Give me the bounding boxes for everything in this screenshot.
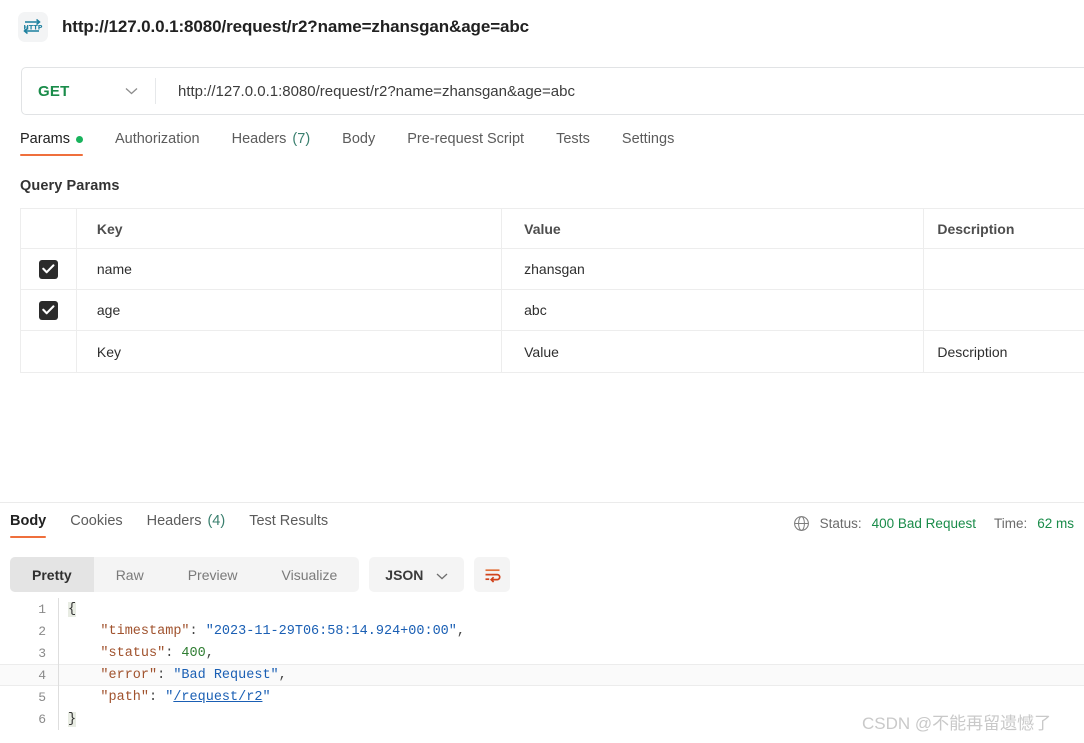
response-tab-cookies-label: Cookies <box>70 513 123 529</box>
header-description: Description <box>937 220 1015 237</box>
tab-params[interactable]: Params <box>20 131 83 156</box>
code-line: 1 { <box>0 598 1084 620</box>
header-checkbox-cell <box>21 209 77 248</box>
url-bar: GET http://127.0.0.1:8080/request/r2?nam… <box>21 67 1084 115</box>
time-label: Time: <box>993 516 1028 531</box>
response-tab-body-label: Body <box>10 513 47 529</box>
title-bar: HTTP http://127.0.0.1:8080/request/r2?na… <box>0 0 1084 54</box>
postman-request-window: HTTP http://127.0.0.1:8080/request/r2?na… <box>0 0 1084 743</box>
tab-tests[interactable]: Tests <box>556 131 590 156</box>
page-title: http://127.0.0.1:8080/request/r2?name=zh… <box>62 17 530 36</box>
header-key: Key <box>77 209 503 248</box>
params-modified-dot <box>75 135 83 143</box>
line-number: 5 <box>38 689 46 705</box>
response-tab-headers[interactable]: Headers (4) <box>147 513 226 538</box>
table-placeholder-row: Key Value Description <box>21 331 1084 372</box>
code-line: 5 "path": "/request/r2" <box>0 686 1084 708</box>
code-text: "error": "Bad Request", <box>100 667 287 683</box>
row-checkbox-cell <box>21 290 77 330</box>
header-value: Value <box>502 209 925 248</box>
tab-pre-request-script[interactable]: Pre-request Script <box>407 131 524 156</box>
tab-headers[interactable]: Headers (7) <box>232 131 311 156</box>
row-description[interactable] <box>924 290 1084 330</box>
response-tabs: Body Cookies Headers (4) Test Results <box>10 513 352 543</box>
tab-tests-label: Tests <box>556 131 590 147</box>
code-text: "timestamp": "2023-11-29T06:58:14.924+00… <box>100 623 465 639</box>
response-tab-body[interactable]: Body <box>10 513 47 538</box>
checkbox-checked-icon[interactable] <box>38 300 58 320</box>
status-badge: 400 Bad Request <box>871 516 976 531</box>
chevron-down-icon <box>125 82 138 100</box>
response-view-toolbar: Pretty Raw Preview Visualize JSON <box>10 557 511 592</box>
view-mode-raw[interactable]: Raw <box>94 557 166 592</box>
tab-body[interactable]: Body <box>342 131 375 156</box>
tab-headers-count: (7) <box>292 131 311 147</box>
view-mode-preview[interactable]: Preview <box>166 557 260 592</box>
tab-authorization[interactable]: Authorization <box>115 131 200 156</box>
tab-settings-label: Settings <box>621 131 675 147</box>
row-value[interactable]: zhansgan <box>502 249 925 289</box>
row-checkbox-cell <box>21 249 77 289</box>
response-tab-headers-count: (4) <box>207 513 226 529</box>
response-tab-cookies[interactable]: Cookies <box>70 513 122 538</box>
line-number: 6 <box>38 711 46 727</box>
row-key[interactable]: name <box>77 249 503 289</box>
tab-authorization-label: Authorization <box>114 131 200 147</box>
placeholder-value-input[interactable]: Value <box>502 331 925 372</box>
url-input[interactable]: http://127.0.0.1:8080/request/r2?name=zh… <box>156 68 1084 114</box>
code-text: { <box>68 601 77 617</box>
row-key[interactable]: age <box>77 290 503 330</box>
view-mode-visualize[interactable]: Visualize <box>260 557 360 592</box>
line-number: 4 <box>38 667 46 683</box>
view-mode-segmented-control: Pretty Raw Preview Visualize <box>10 557 360 592</box>
row-description[interactable] <box>924 249 1084 289</box>
watermark: CSDN @不能再留遗憾了 <box>862 714 1052 733</box>
code-text: } <box>68 711 77 727</box>
word-wrap-icon[interactable] <box>474 557 511 592</box>
globe-icon <box>793 515 810 532</box>
tab-settings[interactable]: Settings <box>622 131 674 156</box>
format-label: JSON <box>385 566 424 583</box>
view-mode-pretty[interactable]: Pretty <box>10 557 94 592</box>
placeholder-checkbox-cell <box>21 331 77 372</box>
method-label: GET <box>38 82 70 100</box>
table-row: name zhansgan <box>21 249 1084 290</box>
line-number: 2 <box>38 623 46 639</box>
row-value[interactable]: abc <box>502 290 925 330</box>
svg-text:HTTP: HTTP <box>24 23 43 31</box>
http-protocol-icon: HTTP <box>18 12 48 42</box>
code-line: 3 "status": 400, <box>0 642 1084 664</box>
placeholder-description-input[interactable]: Description <box>924 331 1084 372</box>
table-header-row: Key Value Description <box>21 209 1084 249</box>
line-number: 3 <box>38 645 46 661</box>
code-line: 4 "error": "Bad Request", <box>0 664 1084 686</box>
checkbox-checked-icon[interactable] <box>38 259 58 279</box>
tab-headers-label: Headers <box>231 131 287 147</box>
format-selector[interactable]: JSON <box>369 557 465 592</box>
response-tab-test-results[interactable]: Test Results <box>249 513 328 538</box>
code-text: "path": "/request/r2" <box>100 689 271 705</box>
request-tabs: Params Authorization Headers (7) Body Pr… <box>20 131 674 163</box>
response-status-bar: Status: 400 Bad Request Time: 62 ms <box>793 515 1074 532</box>
status-label: Status: <box>819 516 862 531</box>
line-number: 1 <box>38 601 46 617</box>
query-params-table: Key Value Description name zhansgan age … <box>20 208 1084 373</box>
tab-params-label: Params <box>20 131 70 147</box>
tab-body-label: Body <box>342 131 376 147</box>
code-line: 2 "timestamp": "2023-11-29T06:58:14.924+… <box>0 620 1084 642</box>
chevron-down-icon <box>436 567 448 583</box>
time-value: 62 ms <box>1037 516 1074 531</box>
table-row: age abc <box>21 290 1084 331</box>
response-tab-test-results-label: Test Results <box>249 513 329 529</box>
placeholder-key-input[interactable]: Key <box>77 331 503 372</box>
tab-pre-request-script-label: Pre-request Script <box>407 131 525 147</box>
query-params-label: Query Params <box>20 178 120 194</box>
response-tab-headers-label: Headers <box>146 513 202 529</box>
response-divider <box>0 502 1084 503</box>
code-text: "status": 400, <box>100 645 214 661</box>
method-selector[interactable]: GET <box>22 68 155 114</box>
